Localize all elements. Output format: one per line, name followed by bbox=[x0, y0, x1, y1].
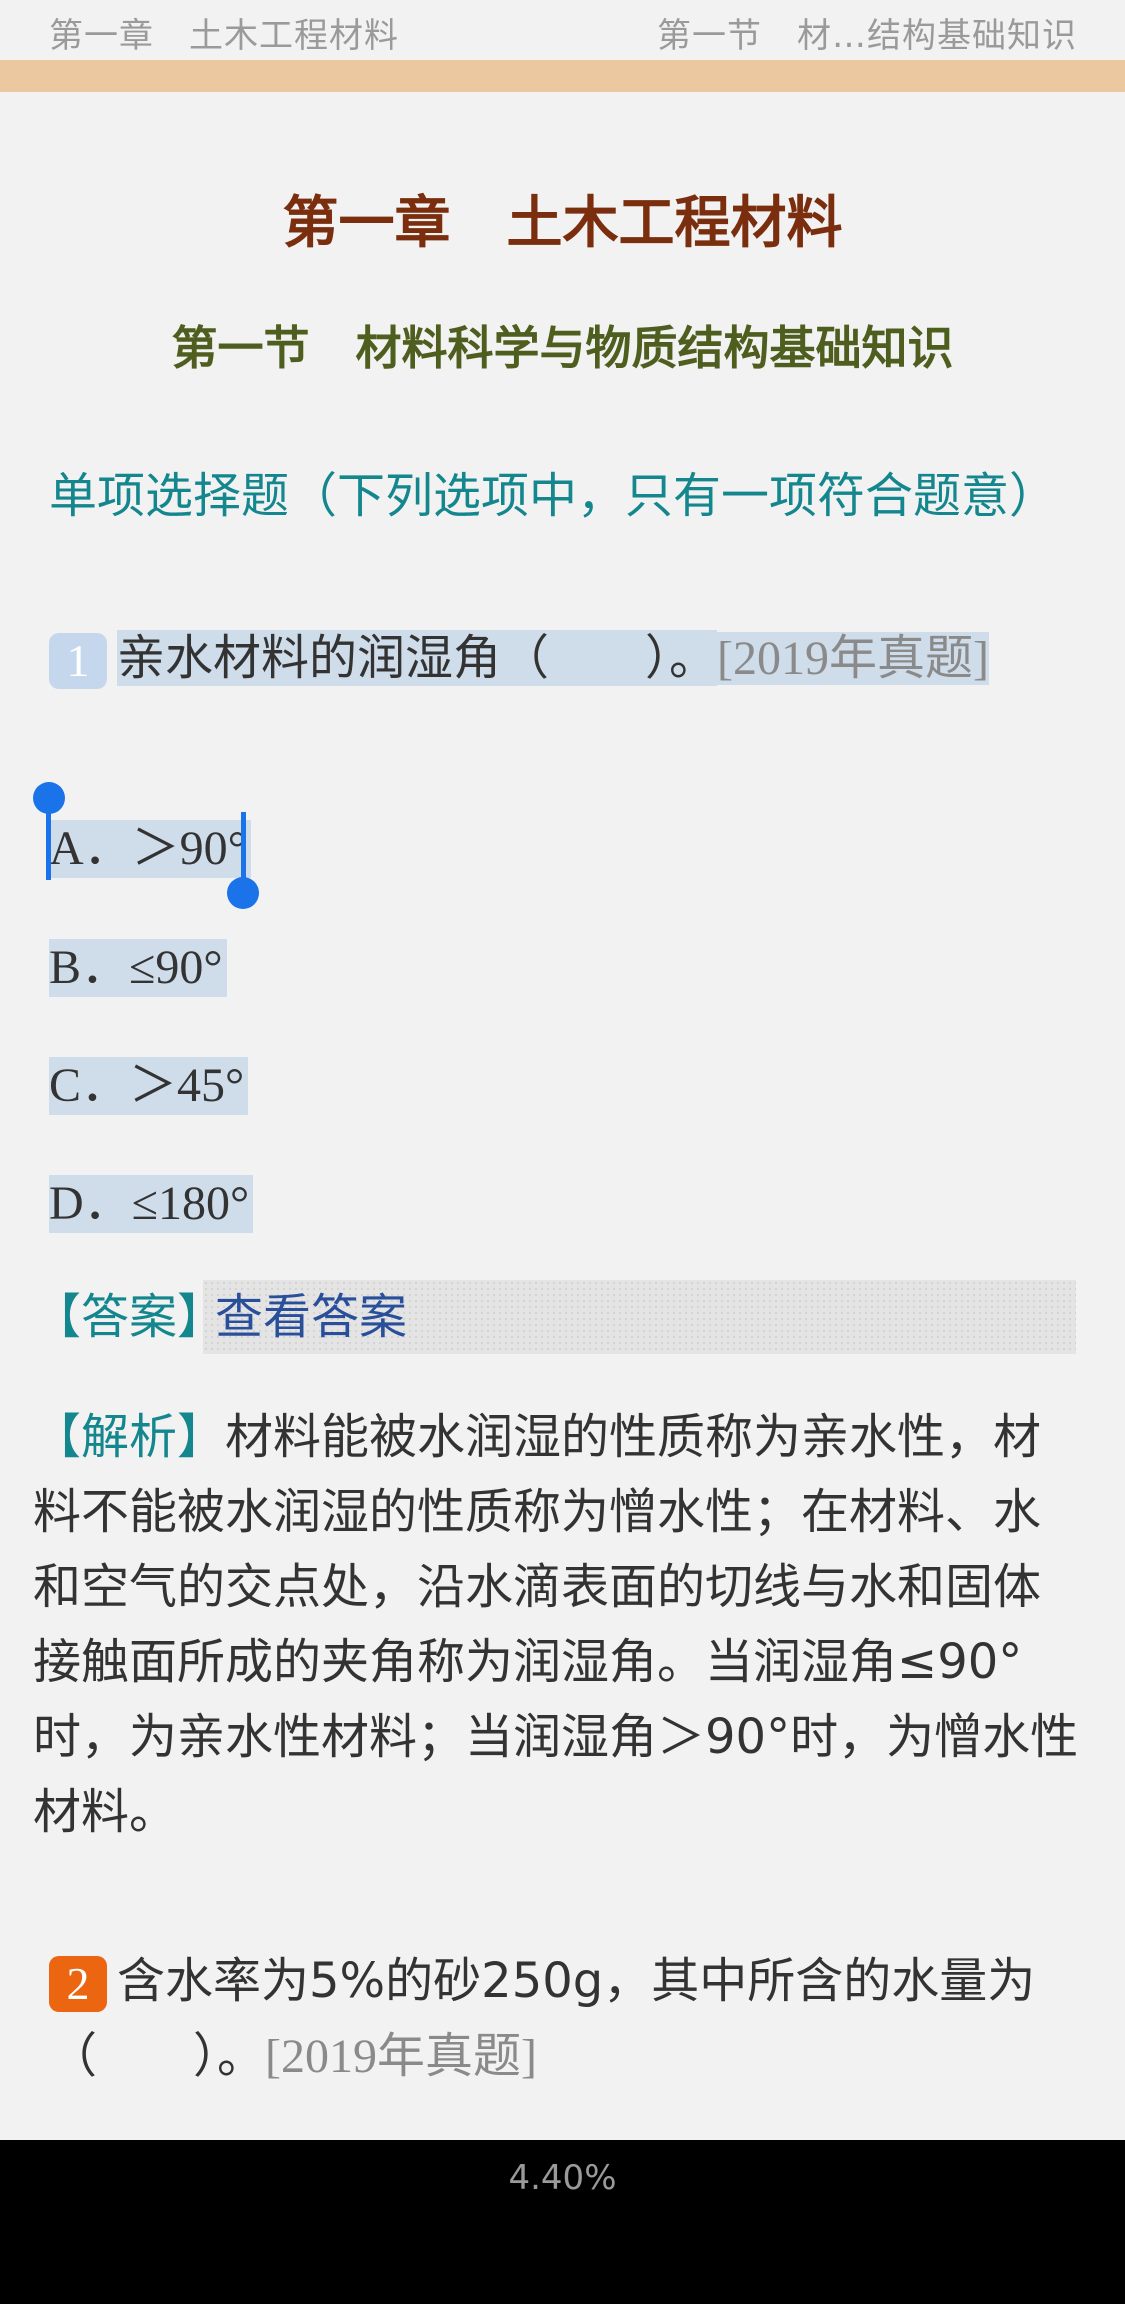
question-2[interactable]: 2 含水率为5%的砂250g，其中所含的水量为（ ）。[2019年真题] bbox=[49, 1944, 1079, 2094]
view-answer-link[interactable]: 查看答案 bbox=[215, 1282, 407, 1352]
analysis-text: 材料能被水润湿的性质称为亲水性，材料不能被水润湿的性质称为憎水性；在材料、水和空… bbox=[33, 1409, 1079, 1840]
selection-start-handle[interactable] bbox=[33, 782, 65, 814]
question-text: 含水率为5%的砂250g，其中所含的水量为（ ）。 bbox=[49, 1953, 1036, 2084]
section-title: 第一节 材料科学与物质结构基础知识 bbox=[171, 321, 954, 375]
question-number-badge: 2 bbox=[49, 1956, 107, 2012]
question-source[interactable]: [2019年真题] bbox=[717, 632, 989, 685]
selection-end-caret bbox=[241, 812, 246, 880]
question-1[interactable]: 1 亲水材料的润湿角（ ）。[2019年真题] bbox=[49, 620, 1079, 697]
header-chapter: 第一章 土木工程材料 bbox=[49, 16, 399, 56]
reader-footer: 4.40% bbox=[0, 2140, 1125, 2304]
option-a[interactable]: A．＞90° bbox=[49, 820, 251, 878]
reading-progress: 4.40% bbox=[508, 2158, 617, 2198]
option-b[interactable]: B．≤90° bbox=[49, 939, 227, 997]
selection-start-caret bbox=[46, 812, 51, 880]
question-source: [2019年真题] bbox=[265, 2030, 537, 2083]
chapter-title: 第一章 土木工程材料 bbox=[282, 191, 843, 256]
selection-end-handle[interactable] bbox=[227, 877, 259, 909]
question-number-badge: 1 bbox=[49, 633, 107, 689]
option-c[interactable]: C．＞45° bbox=[49, 1057, 249, 1115]
header-divider-band bbox=[0, 60, 1125, 92]
option-d[interactable]: D．≤180° bbox=[49, 1175, 254, 1233]
answer-label: 【答案】 bbox=[33, 1289, 226, 1345]
header-section: 第一节 材…结构基础知识 bbox=[657, 16, 1077, 56]
question-text[interactable]: 亲水材料的润湿角（ ）。 bbox=[117, 630, 718, 686]
analysis-paragraph[interactable]: 【解析】材料能被水润湿的性质称为亲水性，材料不能被水润湿的性质称为憎水性；在材料… bbox=[33, 1400, 1083, 1850]
analysis-label: 【解析】 bbox=[33, 1409, 226, 1465]
question-type-heading: 单项选择题（下列选项中，只有一项符合题意） bbox=[49, 468, 1058, 524]
reader-header: 第一章 土木工程材料 第一节 材…结构基础知识 bbox=[0, 0, 1125, 60]
